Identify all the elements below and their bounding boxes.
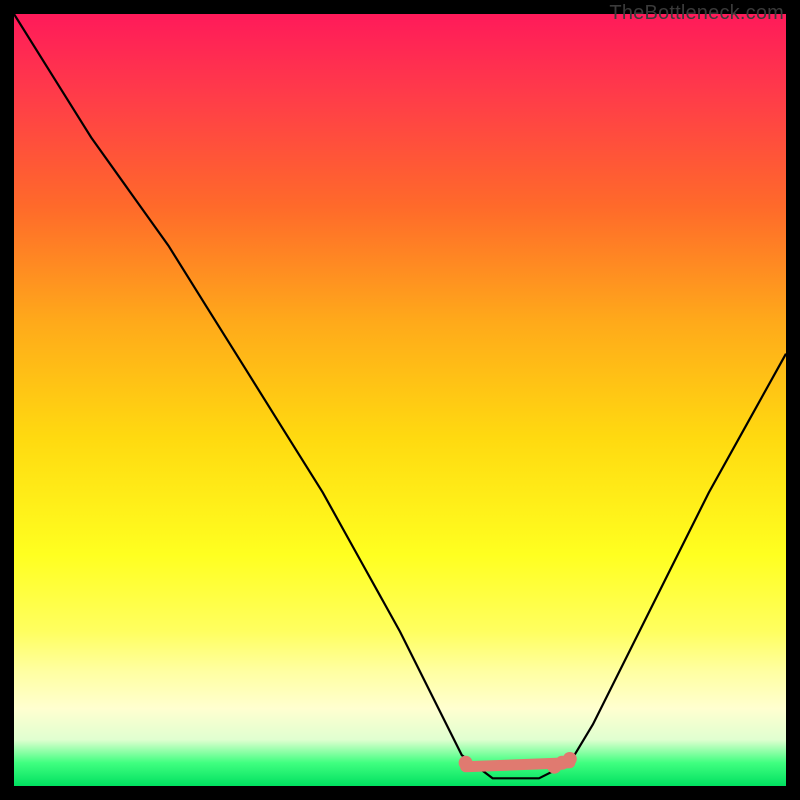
highlight-points [459, 752, 577, 774]
highlight-point [547, 760, 561, 774]
highlight-point [563, 752, 577, 766]
plot-area [14, 14, 786, 786]
chart-container: TheBottleneck.com [0, 0, 800, 800]
curve-svg [14, 14, 786, 786]
watermark-text: TheBottleneck.com [609, 2, 784, 25]
highlight-segment [466, 763, 570, 767]
highlight-point [555, 756, 569, 770]
highlight-point [459, 756, 473, 770]
bottleneck-curve [14, 14, 786, 778]
